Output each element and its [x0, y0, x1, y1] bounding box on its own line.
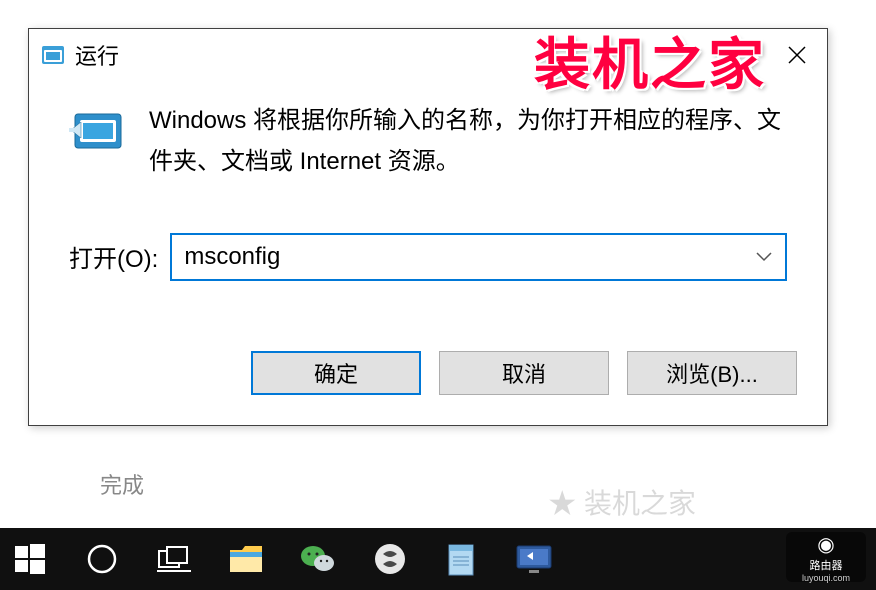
browser-button[interactable] [368, 537, 412, 581]
cancel-button[interactable]: 取消 [439, 351, 609, 395]
circle-icon [86, 543, 118, 575]
run-large-icon [69, 106, 129, 156]
task-view-icon [157, 545, 191, 573]
task-view-button[interactable] [152, 537, 196, 581]
description-text: Windows 将根据你所输入的名称，为你打开相应的程序、文件夹、文档或 Int… [149, 101, 787, 183]
open-label: 打开(O): [69, 239, 158, 274]
wechat-icon [300, 543, 336, 575]
dialog-body: Windows 将根据你所输入的名称，为你打开相应的程序、文件夹、文档或 Int… [29, 81, 827, 351]
watermark-text: 装机之家 [534, 20, 766, 101]
description-row: Windows 将根据你所输入的名称，为你打开相应的程序、文件夹、文档或 Int… [69, 101, 787, 183]
close-button[interactable] [777, 37, 817, 73]
bottom-watermark: ◉ 路由器 luyouqi.com [786, 532, 866, 582]
wechat-button[interactable] [296, 537, 340, 581]
input-row: 打开(O): [69, 233, 787, 281]
dropdown-button[interactable] [743, 235, 785, 279]
run-icon [41, 43, 65, 67]
watermark-label: 路由器 [810, 557, 843, 573]
watermark-url: luyouqi.com [802, 573, 850, 583]
start-button[interactable] [8, 537, 52, 581]
background-watermark: ★ 装机之家 [548, 482, 696, 522]
browse-button[interactable]: 浏览(B)... [627, 351, 797, 395]
background-text: 完成 [100, 468, 144, 500]
windows-icon [15, 544, 45, 574]
command-input-wrapper[interactable] [170, 233, 787, 281]
command-input[interactable] [172, 235, 743, 279]
monitor-icon [515, 544, 553, 574]
button-row: 确定 取消 浏览(B)... [29, 351, 827, 425]
notepad-icon [445, 541, 479, 577]
file-explorer-button[interactable] [224, 537, 268, 581]
notepad-button[interactable] [440, 537, 484, 581]
ok-button[interactable]: 确定 [251, 351, 421, 395]
wifi-icon: ◉ [817, 532, 834, 557]
app-button[interactable] [512, 537, 556, 581]
cortana-button[interactable] [80, 537, 124, 581]
chevron-down-icon [756, 252, 772, 262]
taskbar [0, 528, 876, 590]
folder-icon [228, 544, 264, 574]
sogou-icon [373, 542, 407, 576]
dialog-title: 运行 [75, 39, 119, 71]
